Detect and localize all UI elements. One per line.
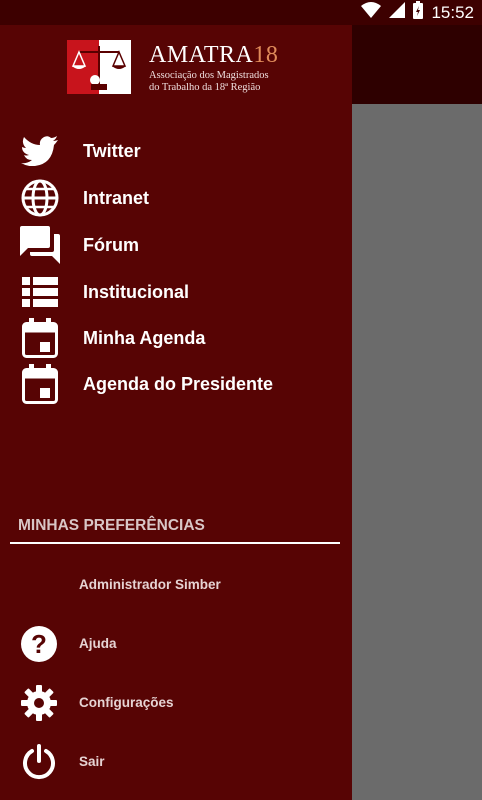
menu-item-label: Institucional	[83, 281, 190, 302]
menu-item-label: Fórum	[83, 234, 139, 255]
status-time: 15:52	[431, 2, 474, 22]
pref-item-label: Configurações	[79, 695, 174, 710]
drawer-scrim[interactable]	[352, 104, 482, 800]
preferences-section-title: MINHAS PREFERÊNCIAS	[18, 517, 205, 534]
battery-icon	[413, 1, 424, 24]
globe-icon	[20, 179, 60, 217]
pref-item-help[interactable]: ? Ajuda	[0, 619, 352, 669]
amatra-logo: AMATRA18 Associação dos Magistrados do T…	[67, 40, 279, 96]
logo-title: AMATRA18	[149, 42, 279, 68]
menu-item-intranet[interactable]: Intranet	[0, 175, 352, 221]
preferences-divider	[10, 542, 340, 544]
pref-item-label: Sair	[79, 754, 105, 769]
pref-item-logout[interactable]: Sair	[0, 737, 352, 787]
menu-item-institucional[interactable]: Institucional	[0, 269, 352, 315]
pref-item-label: Ajuda	[79, 636, 117, 651]
forum-icon	[20, 226, 60, 264]
navigation-drawer: AMATRA18 Associação dos Magistrados do T…	[0, 25, 352, 800]
menu-item-forum[interactable]: Fórum	[0, 222, 352, 268]
status-bar: 15:52	[0, 0, 482, 25]
status-icons: 15:52	[361, 0, 474, 25]
logo-subtitle: Associação dos Magistrados do Trabalho d…	[149, 70, 269, 93]
menu-item-label: Intranet	[83, 187, 150, 208]
gear-icon	[20, 684, 58, 722]
power-icon	[20, 743, 58, 781]
calendar-icon	[20, 318, 60, 358]
menu-item-agenda-presidente[interactable]: Agenda do Presidente	[0, 361, 352, 407]
menu-item-minha-agenda[interactable]: Minha Agenda	[0, 315, 352, 361]
list-icon	[20, 274, 60, 310]
menu-item-twitter[interactable]: Twitter	[0, 128, 352, 174]
pref-item-settings[interactable]: Configurações	[0, 678, 352, 728]
menu-item-label: Agenda do Presidente	[83, 373, 274, 394]
help-icon: ?	[20, 625, 58, 663]
wifi-icon	[361, 2, 382, 23]
twitter-icon	[20, 133, 60, 169]
calendar-icon	[20, 364, 60, 404]
pref-item-label: Administrador Simber	[79, 577, 221, 592]
menu-item-label: Minha Agenda	[83, 327, 206, 348]
scales-of-justice-icon	[67, 40, 131, 94]
svg-text:?: ?	[31, 629, 47, 659]
menu-item-label: Twitter	[83, 140, 141, 161]
signal-icon	[389, 2, 406, 23]
pref-item-user[interactable]: Administrador Simber	[0, 560, 352, 610]
